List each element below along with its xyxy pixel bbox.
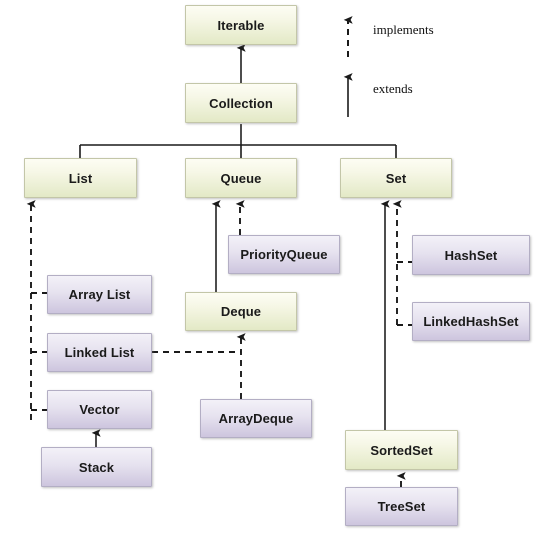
node-label: Stack	[78, 459, 115, 475]
node-label: LinkedHashSet	[423, 314, 519, 329]
node-arraydeque[interactable]: ArrayDeque	[200, 399, 312, 438]
node-label: Iterable	[217, 17, 265, 33]
node-label: Queue	[220, 170, 262, 186]
diagram-canvas: Iterable Collection List Queue Set Prior…	[0, 0, 555, 546]
node-label: Array List	[68, 287, 131, 302]
node-linkedhashset[interactable]: LinkedHashSet	[412, 302, 530, 341]
node-hashset[interactable]: HashSet	[412, 235, 530, 275]
node-collection[interactable]: Collection	[185, 83, 297, 123]
node-label: Deque	[220, 304, 262, 319]
node-set[interactable]: Set	[340, 158, 452, 198]
node-treeset[interactable]: TreeSet	[345, 487, 458, 526]
node-label: Vector	[79, 402, 120, 417]
node-label: TreeSet	[377, 499, 426, 514]
node-label: List	[68, 170, 93, 186]
node-list[interactable]: List	[24, 158, 137, 198]
node-priorityqueue[interactable]: PriorityQueue	[228, 235, 340, 274]
node-arraylist[interactable]: Array List	[47, 275, 152, 314]
node-queue[interactable]: Queue	[185, 158, 297, 198]
node-linkedlist[interactable]: Linked List	[47, 333, 152, 372]
node-iterable[interactable]: Iterable	[185, 5, 297, 45]
node-label: Linked List	[64, 345, 135, 360]
node-label: Set	[385, 170, 407, 186]
node-label: PriorityQueue	[240, 247, 328, 262]
node-label: Collection	[209, 95, 273, 111]
legend-extends-label: extends	[373, 81, 413, 96]
legend-implements-label: implements	[373, 22, 434, 37]
node-vector[interactable]: Vector	[47, 390, 152, 429]
node-deque[interactable]: Deque	[185, 292, 297, 331]
node-stack[interactable]: Stack	[41, 447, 152, 487]
node-label: SortedSet	[370, 442, 433, 458]
node-label: ArrayDeque	[218, 411, 294, 426]
node-label: HashSet	[444, 247, 498, 263]
node-sortedset[interactable]: SortedSet	[345, 430, 458, 470]
